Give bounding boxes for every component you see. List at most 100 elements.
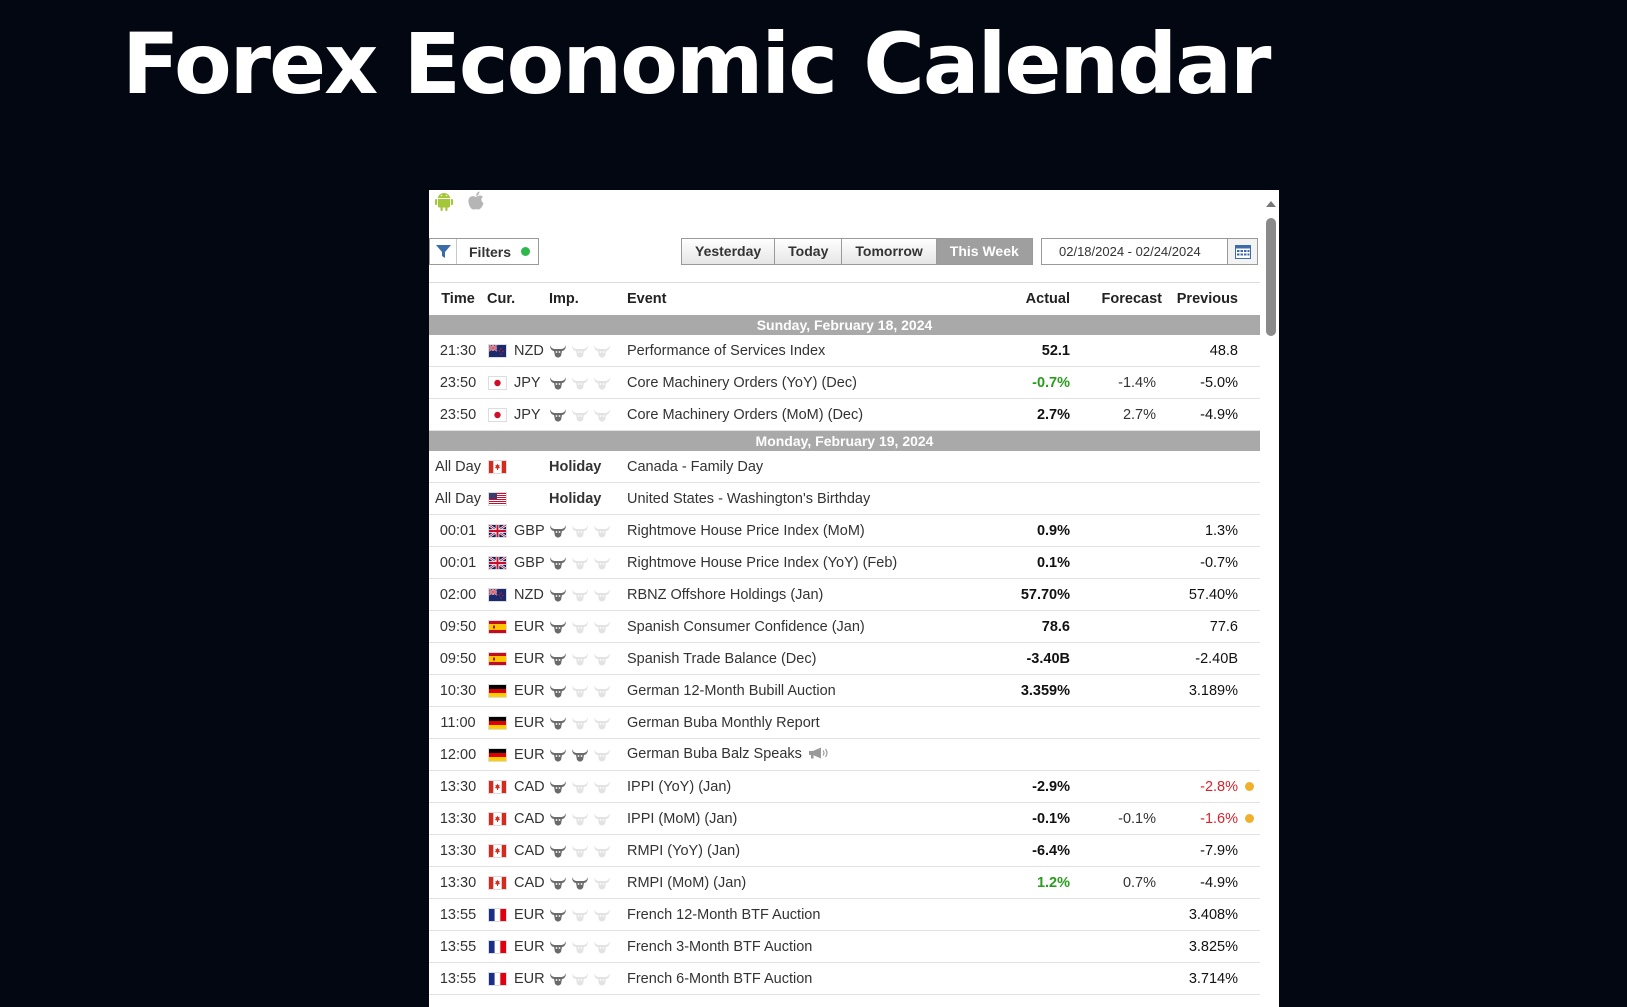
date-range-input[interactable]: 02/18/2024 - 02/24/2024 xyxy=(1042,239,1227,264)
event-row[interactable]: 13:30 CAD IPPI (MoM) (Jan) -0.1% -0.1% -1.6% xyxy=(429,802,1260,835)
event-actual: -0.7% xyxy=(994,366,1081,399)
calendar-icon[interactable] xyxy=(1227,239,1257,264)
event-name-cell[interactable]: French 12-Month BTF Auction xyxy=(627,898,994,931)
event-name[interactable]: Canada - Family Day xyxy=(627,459,763,475)
event-name-cell[interactable]: United States - Washington's Birthday xyxy=(627,482,994,515)
event-name[interactable]: German Buba Balz Speaks xyxy=(627,746,802,762)
event-name-cell[interactable]: RMPI (MoM) (Jan) xyxy=(627,866,994,899)
scroll-thumb[interactable] xyxy=(1266,218,1276,336)
event-name-cell[interactable]: IPPI (YoY) (Jan) xyxy=(627,770,994,803)
bull-empty-icon xyxy=(571,780,589,794)
event-name-cell[interactable]: Spanish Trade Balance (Dec) xyxy=(627,642,994,675)
header-importance[interactable]: Imp. xyxy=(549,282,627,315)
event-row[interactable]: 13:55 EUR French 3-Month BTF Auction 3.825% xyxy=(429,930,1260,963)
event-name[interactable]: RMPI (YoY) (Jan) xyxy=(627,843,740,859)
event-name[interactable]: Rightmove House Price Index (YoY) (Feb) xyxy=(627,555,897,571)
event-row[interactable]: 21:30 NZD Performance of Services Index 52.… xyxy=(429,335,1260,367)
event-row[interactable]: All Day Holiday United States - Washington… xyxy=(429,482,1260,515)
event-name-cell[interactable]: Performance of Services Index xyxy=(627,335,994,367)
flag-gb-icon xyxy=(489,524,506,537)
event-row[interactable]: 13:30 CAD RMPI (MoM) (Jan) 1.2% 0.7% -4.9% xyxy=(429,866,1260,899)
flag-ca-icon xyxy=(489,844,506,857)
tab-tomorrow[interactable]: Tomorrow xyxy=(842,239,937,264)
bull-filled-icon xyxy=(549,376,567,390)
header-currency[interactable]: Cur. xyxy=(487,282,549,315)
event-name-cell[interactable]: IPPI (MoM) (Jan) xyxy=(627,802,994,835)
event-currency: EUR xyxy=(487,962,549,995)
event-name[interactable]: German Buba Monthly Report xyxy=(627,715,820,731)
event-name[interactable]: Rightmove House Price Index (MoM) xyxy=(627,523,865,539)
bull-filled-icon xyxy=(549,780,567,794)
event-name[interactable]: Core Machinery Orders (MoM) (Dec) xyxy=(627,407,863,423)
header-forecast[interactable]: Forecast xyxy=(1081,282,1167,315)
event-row[interactable]: 13:55 EUR French 6-Month BTF Auction 3.714% xyxy=(429,962,1260,995)
event-name-cell[interactable]: Canada - Family Day xyxy=(627,451,994,483)
event-row[interactable]: 10:30 EUR German 12-Month Bubill Auction 3.… xyxy=(429,674,1260,707)
event-forecast xyxy=(1081,482,1167,515)
event-name[interactable]: French 3-Month BTF Auction xyxy=(627,939,812,955)
event-name[interactable]: IPPI (YoY) (Jan) xyxy=(627,779,731,795)
bull-filled-icon xyxy=(549,716,567,730)
header-event[interactable]: Event xyxy=(627,282,994,315)
event-row[interactable]: 09:50 EUR Spanish Trade Balance (Dec) -3.40… xyxy=(429,642,1260,675)
scroll-up-arrow-icon[interactable] xyxy=(1266,201,1276,207)
event-name-cell[interactable]: Rightmove House Price Index (YoY) (Feb) xyxy=(627,546,994,579)
event-name-cell[interactable]: French 6-Month BTF Auction xyxy=(627,962,994,995)
tab-this-week[interactable]: This Week xyxy=(936,239,1032,264)
event-name-cell[interactable]: Rightmove House Price Index (MoM) xyxy=(627,514,994,547)
event-name[interactable]: IPPI (MoM) (Jan) xyxy=(627,811,737,827)
tab-yesterday[interactable]: Yesterday xyxy=(682,239,776,264)
flag-us-icon xyxy=(489,492,506,505)
event-row[interactable]: 02:00 NZD RBNZ Offshore Holdings (Jan) 57.7… xyxy=(429,578,1260,611)
event-currency: JPY xyxy=(487,366,549,399)
header-time[interactable]: Time xyxy=(429,282,487,315)
event-row[interactable]: 13:55 EUR French 12-Month BTF Auction 3.408… xyxy=(429,898,1260,931)
apple-icon[interactable] xyxy=(467,191,485,211)
event-importance: Holiday xyxy=(549,451,627,483)
event-name[interactable]: RMPI (MoM) (Jan) xyxy=(627,875,746,891)
android-icon[interactable] xyxy=(435,191,453,211)
event-name-cell[interactable]: German Buba Monthly Report xyxy=(627,706,994,739)
event-row[interactable]: 09:50 EUR Spanish Consumer Confidence (Jan… xyxy=(429,610,1260,643)
header-previous[interactable]: Previous xyxy=(1167,282,1238,315)
event-name-cell[interactable]: RMPI (YoY) (Jan) xyxy=(627,834,994,867)
event-name[interactable]: Performance of Services Index xyxy=(627,343,825,359)
header-actual[interactable]: Actual xyxy=(994,282,1081,315)
tab-today[interactable]: Today xyxy=(775,239,843,264)
event-name[interactable]: Core Machinery Orders (YoY) (Dec) xyxy=(627,375,857,391)
event-name-cell[interactable]: German Buba Balz Speaks xyxy=(627,738,994,771)
header-spacer xyxy=(1238,282,1260,315)
event-row[interactable]: 00:01 GBP Rightmove House Price Index (YoY… xyxy=(429,546,1260,579)
vertical-scrollbar[interactable] xyxy=(1262,190,1279,1007)
event-name[interactable]: Spanish Trade Balance (Dec) xyxy=(627,651,816,667)
holiday-label: Holiday xyxy=(549,490,602,507)
event-name-cell[interactable]: Core Machinery Orders (MoM) (Dec) xyxy=(627,398,994,431)
event-name-cell[interactable]: German 12-Month Bubill Auction xyxy=(627,674,994,707)
event-name[interactable]: German 12-Month Bubill Auction xyxy=(627,683,836,699)
event-name-cell[interactable]: RBNZ Offshore Holdings (Jan) xyxy=(627,578,994,611)
event-name-cell[interactable]: Core Machinery Orders (YoY) (Dec) xyxy=(627,366,994,399)
event-name[interactable]: RBNZ Offshore Holdings (Jan) xyxy=(627,587,823,603)
event-row[interactable]: 23:50 JPY Core Machinery Orders (YoY) (Dec… xyxy=(429,366,1260,399)
event-row[interactable]: 13:30 CAD RMPI (YoY) (Jan) -6.4% -7.9% xyxy=(429,834,1260,867)
event-row[interactable]: 13:30 CAD IPPI (YoY) (Jan) -2.9% -2.8% xyxy=(429,770,1260,803)
event-row[interactable]: 00:01 GBP Rightmove House Price Index (MoM… xyxy=(429,514,1260,547)
event-alert xyxy=(1238,898,1260,931)
event-name[interactable]: Spanish Consumer Confidence (Jan) xyxy=(627,619,865,635)
event-row[interactable]: All Day Holiday Canada - Family Day xyxy=(429,451,1260,483)
event-forecast xyxy=(1081,962,1167,995)
event-row[interactable]: 23:50 JPY Core Machinery Orders (MoM) (Dec… xyxy=(429,398,1260,431)
filters-button[interactable]: Filters xyxy=(429,238,539,265)
event-name[interactable]: French 6-Month BTF Auction xyxy=(627,971,812,987)
revised-indicator-dot xyxy=(1244,781,1254,791)
event-row[interactable]: 11:00 EUR German Buba Monthly Report xyxy=(429,706,1260,739)
event-name[interactable]: United States - Washington's Birthday xyxy=(627,491,870,507)
event-time: All Day xyxy=(429,482,487,515)
event-name-cell[interactable]: Spanish Consumer Confidence (Jan) xyxy=(627,610,994,643)
event-name-cell[interactable]: French 3-Month BTF Auction xyxy=(627,930,994,963)
event-row[interactable]: 12:00 EUR German Buba Balz Speaks xyxy=(429,738,1260,771)
day-header-label: Monday, February 19, 2024 xyxy=(429,430,1260,451)
event-name[interactable]: French 12-Month BTF Auction xyxy=(627,907,820,923)
date-range-picker[interactable]: 02/18/2024 - 02/24/2024 xyxy=(1041,238,1258,265)
bull-empty-icon xyxy=(571,376,589,390)
